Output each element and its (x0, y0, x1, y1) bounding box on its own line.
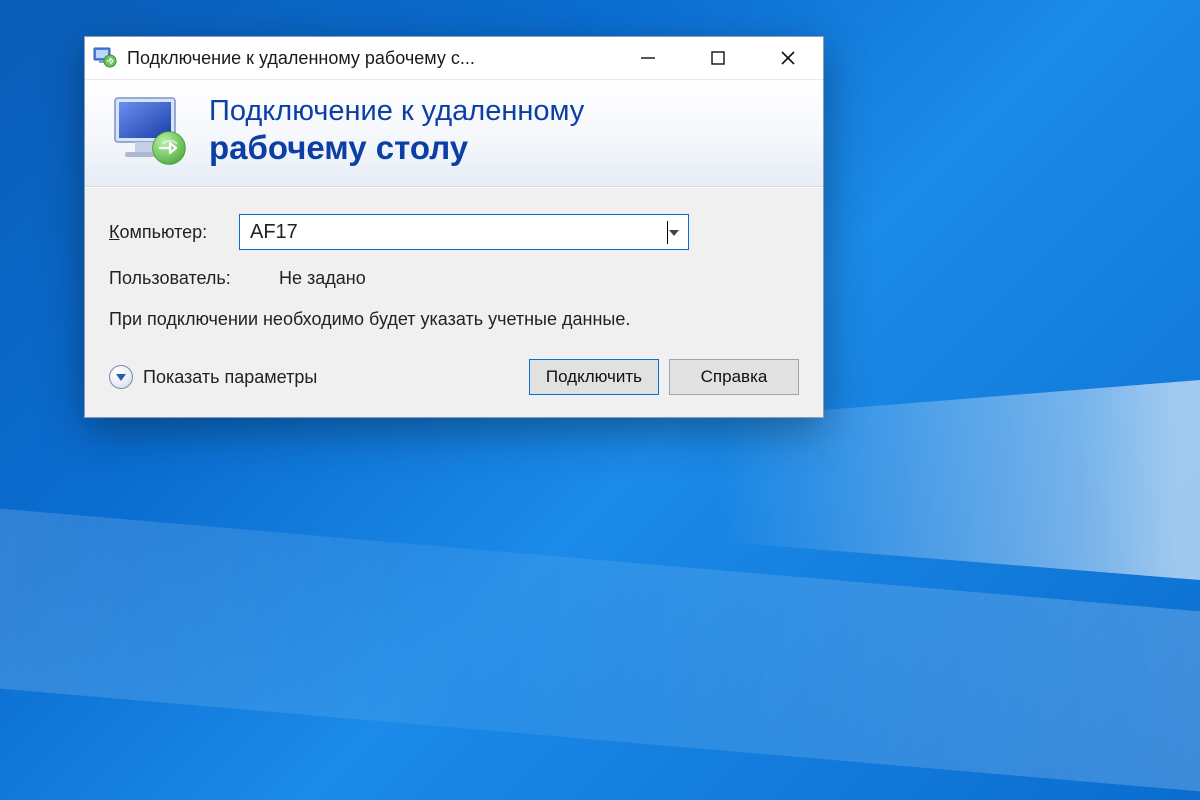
window-controls (613, 37, 823, 79)
chevron-down-icon[interactable] (668, 224, 680, 240)
show-options-label: Показать параметры (143, 367, 317, 388)
user-label: Пользователь: (109, 268, 279, 289)
show-options-toggle[interactable]: Показать параметры (109, 365, 519, 389)
window-title: Подключение к удаленному рабочему с... (127, 48, 613, 69)
computer-label: Компьютер: (109, 222, 239, 243)
dialog-title-line2: рабочему столу (209, 129, 584, 167)
connect-button[interactable]: Подключить (529, 359, 659, 395)
rdp-dialog: Подключение к удаленному рабочему с... (84, 36, 824, 418)
expand-down-icon (109, 365, 133, 389)
dialog-title: Подключение к удаленному рабочему столу (209, 95, 584, 166)
rdp-app-icon (93, 46, 117, 70)
user-row: Пользователь: Не задано (109, 268, 799, 289)
maximize-button[interactable] (683, 37, 753, 79)
computer-combobox[interactable]: AF17 (239, 214, 689, 250)
remote-desktop-icon (107, 94, 191, 168)
computer-value: AF17 (250, 221, 668, 244)
titlebar[interactable]: Подключение к удаленному рабочему с... (85, 37, 823, 79)
minimize-button[interactable] (613, 37, 683, 79)
dialog-body: Компьютер: AF17 Пользователь: Не задано … (85, 187, 823, 417)
credentials-hint: При подключении необходимо будет указать… (109, 307, 669, 331)
dialog-title-line1: Подключение к удаленному (209, 95, 584, 128)
help-button[interactable]: Справка (669, 359, 799, 395)
dialog-header: Подключение к удаленному рабочему столу (85, 79, 823, 187)
close-button[interactable] (753, 37, 823, 79)
computer-row: Компьютер: AF17 (109, 214, 799, 250)
dialog-footer: Показать параметры Подключить Справка (109, 359, 799, 395)
user-value: Не задано (279, 268, 366, 289)
